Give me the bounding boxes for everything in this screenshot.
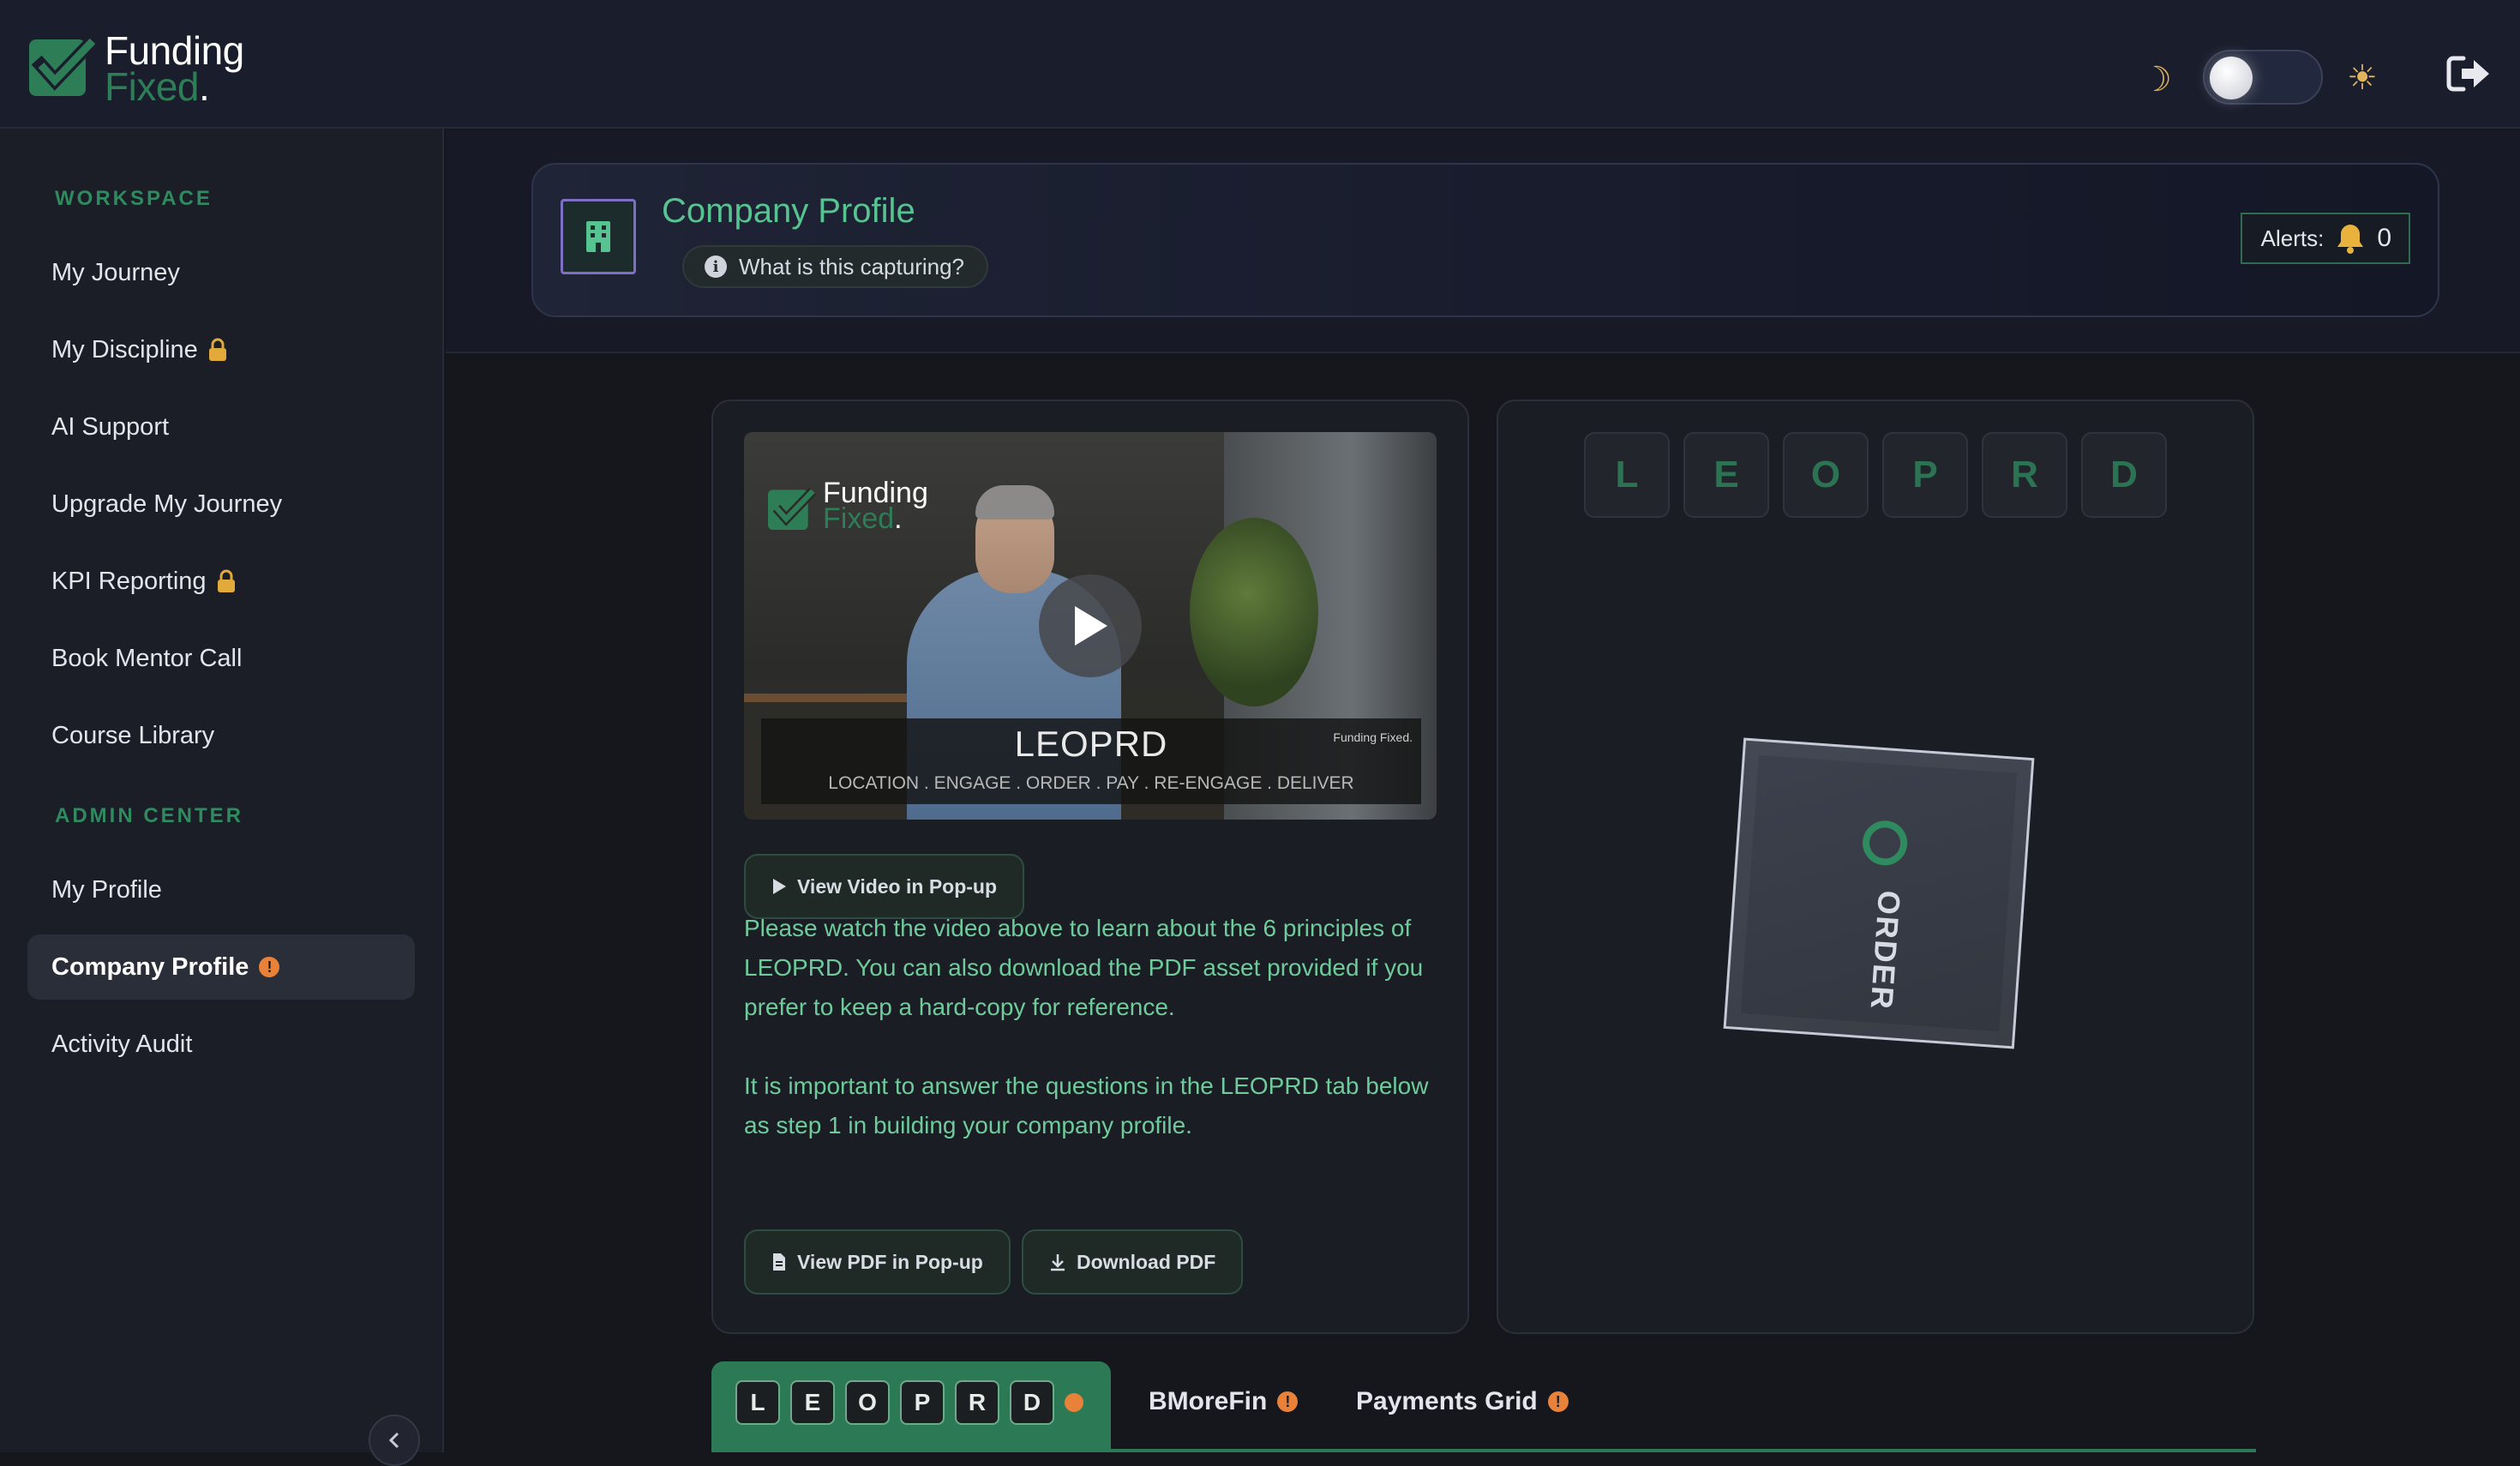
company-profile-header: Company Profile i What is this capturing…	[531, 163, 2439, 317]
leoprd-tile-e[interactable]: E	[1683, 432, 1769, 518]
tab-label: Payments Grid	[1356, 1387, 1538, 1415]
section-workspace: WORKSPACE	[55, 187, 213, 210]
sidebar: WORKSPACE My Journey My Discipline AI Su…	[0, 129, 444, 1466]
warning-icon	[1065, 1393, 1083, 1412]
capture-pill-label: What is this capturing?	[739, 253, 965, 279]
sidebar-item-label: Activity Audit	[51, 1030, 193, 1058]
leoprd-tile-d[interactable]: D	[2081, 432, 2167, 518]
warning-icon: !	[259, 957, 280, 977]
play-button[interactable]	[1039, 574, 1142, 677]
tab-letter-d: D	[1010, 1380, 1054, 1425]
sidebar-item-label: Book Mentor Call	[51, 644, 243, 672]
what-is-this-capturing-button[interactable]: i What is this capturing?	[682, 245, 989, 288]
sidebar-item-label: AI Support	[51, 412, 170, 441]
sidebar-item-label: My Profile	[51, 875, 162, 904]
play-icon	[1075, 606, 1107, 646]
sidebar-item-kpi-reporting[interactable]: KPI Reporting	[27, 549, 415, 614]
logout-icon[interactable]	[2446, 55, 2491, 93]
video-presenter-hair	[975, 485, 1054, 520]
video-logo-word2: Fixed.	[823, 502, 903, 535]
profile-tabs: L E O P R D BMoreFin ! Payments Grid !	[711, 1361, 2256, 1452]
theme-switcher: ☽ ☀	[2134, 50, 2391, 105]
sidebar-collapse-button[interactable]	[369, 1415, 420, 1466]
info-icon: i	[705, 255, 727, 278]
video-corner-logo: Funding Fixed.	[1333, 730, 1413, 744]
sidebar-item-book-mentor-call[interactable]: Book Mentor Call	[27, 626, 415, 691]
video-player[interactable]: Funding Fixed. LEOPRD LOCATION . ENGAGE …	[744, 432, 1437, 820]
view-pdf-popup-button[interactable]: View PDF in Pop-up	[744, 1229, 1011, 1295]
video-title: LEOPRD	[1014, 724, 1168, 764]
tab-leoprd[interactable]: L E O P R D	[711, 1361, 1111, 1452]
sidebar-item-label: My Discipline	[51, 335, 198, 363]
leoprd-tile-p[interactable]: P	[1882, 432, 1968, 518]
tab-letter-l: L	[735, 1380, 780, 1425]
cube-label: ORDER	[1863, 889, 1908, 1012]
tab-bmorefin[interactable]: BMoreFin !	[1149, 1387, 1299, 1416]
sidebar-item-label: Company Profile	[51, 952, 249, 981]
sidebar-item-ai-support[interactable]: AI Support	[27, 394, 415, 460]
sidebar-item-label: KPI Reporting	[51, 567, 207, 595]
bell-icon	[2337, 225, 2364, 254]
warning-icon: !	[1547, 1391, 1569, 1412]
leoprd-tile-l[interactable]: L	[1584, 432, 1670, 518]
tab-letter-o: O	[845, 1380, 890, 1425]
leoprd-instructions: It is important to answer the questions …	[744, 1072, 1429, 1139]
order-ring-icon	[1861, 819, 1909, 868]
sidebar-item-label: My Journey	[51, 258, 180, 286]
download-icon	[1051, 1254, 1065, 1271]
sidebar-item-label: Course Library	[51, 721, 215, 749]
lock-icon	[217, 569, 235, 592]
moon-icon: ☽	[2141, 61, 2172, 99]
alerts-badge[interactable]: Alerts: 0	[2240, 213, 2410, 264]
logo-check-icon	[29, 34, 99, 96]
theme-toggle[interactable]	[2203, 50, 2323, 105]
button-label: View PDF in Pop-up	[797, 1250, 983, 1273]
play-icon	[773, 879, 786, 894]
logo-check-icon	[768, 487, 817, 531]
sidebar-item-company-profile[interactable]: Company Profile !	[27, 934, 415, 1000]
button-label: Download PDF	[1077, 1250, 1216, 1273]
warning-icon: !	[1277, 1391, 1299, 1412]
tab-letter-e: E	[790, 1380, 835, 1425]
cube-face: ORDER	[1857, 784, 1909, 1012]
leoprd-tile-r[interactable]: R	[1982, 432, 2067, 518]
video-instructions: Please watch the video above to learn ab…	[744, 915, 1424, 1020]
chevron-left-icon	[388, 1432, 399, 1449]
sidebar-item-upgrade-my-journey[interactable]: Upgrade My Journey	[27, 472, 415, 537]
leoprd-letter-row: L E O P R D	[1584, 432, 2167, 518]
video-bg-plant	[1190, 518, 1318, 706]
sidebar-item-my-discipline[interactable]: My Discipline	[27, 317, 415, 382]
top-bar: Funding Fixed. ☽ ☀	[0, 0, 2520, 129]
brand-logo[interactable]: Funding Fixed.	[29, 29, 261, 109]
tab-letter-p: P	[900, 1380, 945, 1425]
alerts-label: Alerts:	[2260, 225, 2325, 251]
tab-label: BMoreFin	[1149, 1387, 1268, 1415]
sidebar-item-label: Upgrade My Journey	[51, 490, 283, 518]
alerts-count: 0	[2377, 224, 2391, 252]
page-title: Company Profile	[662, 192, 915, 230]
brand-word-fixed: Fixed.	[105, 64, 210, 109]
sidebar-item-my-profile[interactable]: My Profile	[27, 857, 415, 922]
sidebar-item-my-journey[interactable]: My Journey	[27, 240, 415, 305]
download-pdf-button[interactable]: Download PDF	[1022, 1229, 1244, 1295]
tab-underline	[1111, 1449, 2256, 1452]
video-bg-shelf	[744, 694, 907, 702]
building-icon	[561, 199, 636, 274]
lock-icon	[208, 338, 226, 361]
toggle-knob	[2210, 57, 2253, 99]
file-icon	[773, 1253, 785, 1271]
section-admin-center: ADMIN CENTER	[55, 804, 243, 827]
tab-letter-r: R	[955, 1380, 999, 1425]
video-subtitle: LOCATION . ENGAGE . ORDER . PAY . RE-ENG…	[828, 773, 1354, 793]
button-label: View Video in Pop-up	[797, 874, 998, 898]
sidebar-item-course-library[interactable]: Course Library	[27, 703, 415, 768]
sun-icon: ☀	[2347, 59, 2378, 97]
tab-leoprd-letters: L E O P R D	[735, 1380, 1083, 1425]
leoprd-cube[interactable]: ORDER	[1723, 737, 2035, 1049]
sidebar-item-activity-audit[interactable]: Activity Audit	[27, 1012, 415, 1077]
video-lower-third: LEOPRD LOCATION . ENGAGE . ORDER . PAY .…	[761, 718, 1421, 804]
leoprd-tile-o[interactable]: O	[1783, 432, 1869, 518]
tab-payments-grid[interactable]: Payments Grid !	[1356, 1387, 1569, 1416]
video-card: Funding Fixed. LEOPRD LOCATION . ENGAGE …	[711, 400, 1469, 1334]
